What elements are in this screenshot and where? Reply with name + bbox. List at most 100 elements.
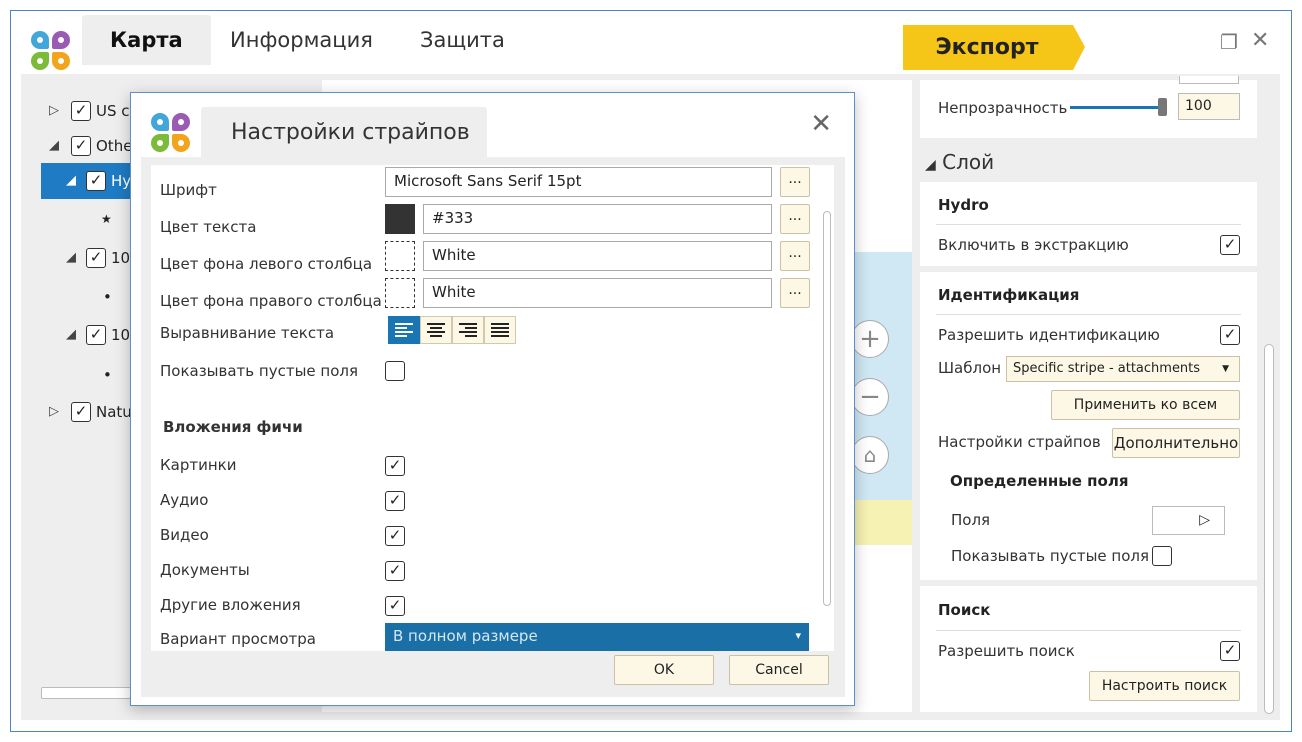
tree-item-selected[interactable]: ◢ ✓ Hy	[41, 163, 131, 199]
setup-search-button[interactable]: Настроить поиск	[1089, 671, 1240, 701]
show-empty-checkbox[interactable]	[385, 361, 405, 381]
collapse-icon[interactable]: ◢	[66, 317, 76, 353]
app-logo	[29, 29, 73, 73]
divider	[936, 224, 1241, 225]
chevron-down-icon: ▼	[1222, 364, 1229, 374]
allow-ident-checkbox[interactable]: ✓	[1220, 325, 1240, 345]
tree-item[interactable]: ▷ ✓ Natu	[41, 394, 131, 430]
layer-section-header[interactable]: ◢ Слой	[925, 150, 994, 174]
font-browse-button[interactable]: ...	[780, 167, 810, 197]
font-field[interactable]: Microsoft Sans Serif 15pt	[385, 167, 772, 197]
video-checkbox[interactable]: ✓	[385, 526, 405, 546]
fields-label: Поля	[951, 511, 991, 529]
opacity-slider-track[interactable]	[1070, 106, 1162, 109]
close-icon[interactable]: ✕	[810, 109, 832, 139]
opacity-input[interactable]: 100	[1178, 93, 1240, 120]
view-mode-label: Вариант просмотра	[160, 630, 316, 648]
tab-info[interactable]: Информация	[202, 15, 401, 65]
align-right-icon[interactable]	[452, 316, 484, 344]
stripe-settings-dialog: Настройки страйпов ✕ Шрифт Microsoft San…	[130, 92, 855, 706]
vertical-scrollbar[interactable]	[823, 211, 831, 606]
close-icon[interactable]: ✕	[1251, 28, 1269, 53]
left-bg-label: Цвет фона левого столбца	[160, 255, 373, 273]
export-button[interactable]: Экспорт	[903, 25, 1085, 70]
ok-button[interactable]: OK	[614, 655, 714, 685]
allow-search-label: Разрешить поиск	[938, 642, 1075, 660]
play-icon: ▷	[1199, 512, 1210, 528]
expand-icon[interactable]: ▷	[49, 93, 59, 129]
align-label: Выравнивание текста	[160, 324, 335, 342]
search-title: Поиск	[938, 601, 991, 619]
identification-title: Идентификация	[938, 286, 1080, 304]
hydro-title: Hydro	[938, 196, 989, 214]
pictures-checkbox[interactable]: ✓	[385, 456, 405, 476]
collapse-icon[interactable]: ◢	[66, 163, 76, 199]
checkbox[interactable]: ✓	[86, 171, 106, 191]
checkbox[interactable]: ✓	[86, 248, 106, 268]
stripe-settings-label: Настройки страйпов	[938, 433, 1101, 451]
allow-search-checkbox[interactable]: ✓	[1220, 641, 1240, 661]
cancel-button[interactable]: Cancel	[729, 655, 829, 685]
video-label: Видео	[160, 526, 209, 544]
zoom-in-button[interactable]: +	[851, 320, 889, 358]
text-color-label: Цвет текста	[160, 218, 257, 236]
right-bg-label: Цвет фона правого столбца	[160, 292, 382, 310]
right-bg-button[interactable]: ...	[780, 278, 810, 308]
view-mode-select[interactable]: В полном размере	[385, 623, 809, 651]
fields-expand-button[interactable]: ▷	[1152, 506, 1225, 535]
collapse-icon[interactable]: ◢	[66, 240, 76, 276]
expand-icon[interactable]: ▷	[49, 394, 59, 430]
other-attachments-label: Другие вложения	[160, 596, 301, 614]
checkbox[interactable]: ✓	[71, 101, 91, 121]
divider	[936, 630, 1241, 631]
tree-item[interactable]: ◢ ✓ Othe	[41, 128, 131, 164]
restore-icon[interactable]: ❐	[1220, 30, 1238, 54]
align-group	[388, 316, 516, 344]
zoom-out-button[interactable]: −	[851, 378, 889, 416]
home-button[interactable]: ⌂	[851, 436, 889, 474]
template-label: Шаблон	[938, 359, 1002, 377]
dialog-title: Настройки страйпов	[201, 107, 487, 159]
text-color-field[interactable]: #333	[423, 204, 772, 234]
template-select[interactable]: Specific stripe - attachments ▼	[1006, 356, 1240, 382]
tab-security[interactable]: Защита	[392, 15, 533, 65]
text-color-button[interactable]: ...	[780, 204, 810, 234]
align-center-icon[interactable]	[420, 316, 452, 344]
map-land	[852, 500, 912, 545]
vertical-scrollbar[interactable]	[1264, 344, 1274, 714]
other-attachments-checkbox[interactable]: ✓	[385, 596, 405, 616]
show-empty-label: Показывать пустые поля	[951, 547, 1150, 565]
advanced-button[interactable]: Дополнительно	[1112, 428, 1240, 458]
opacity-slider-thumb[interactable]	[1158, 98, 1167, 116]
include-checkbox[interactable]: ✓	[1220, 235, 1240, 255]
include-label: Включить в экстракцию	[938, 236, 1129, 254]
apply-all-button[interactable]: Применить ко всем слоям	[1051, 390, 1240, 441]
font-label: Шрифт	[160, 181, 217, 199]
tree-symbol: •	[103, 366, 112, 384]
allow-ident-label: Разрешить идентификацию	[938, 326, 1160, 344]
tree-item[interactable]: ▷ ✓ US ci	[41, 93, 131, 129]
checkbox[interactable]: ✓	[86, 325, 106, 345]
tab-map[interactable]: Карта	[82, 15, 211, 65]
left-bg-swatch[interactable]	[385, 241, 415, 271]
text-color-swatch[interactable]	[385, 204, 415, 234]
tree-item[interactable]: ◢ ✓ 10	[41, 240, 131, 276]
left-bg-field[interactable]: White	[423, 241, 772, 271]
show-empty-checkbox[interactable]	[1152, 546, 1172, 566]
attachments-title: Вложения фичи	[163, 418, 303, 436]
checkbox[interactable]: ✓	[71, 136, 91, 156]
dialog-body: Шрифт Microsoft Sans Serif 15pt ... Цвет…	[141, 157, 845, 697]
collapse-icon[interactable]: ◢	[49, 128, 59, 164]
right-bg-field[interactable]: White	[423, 278, 772, 308]
opacity-label: Непрозрачность	[938, 99, 1068, 117]
audio-checkbox[interactable]: ✓	[385, 491, 405, 511]
align-justify-icon[interactable]	[484, 316, 516, 344]
align-left-icon[interactable]	[388, 316, 420, 344]
horizontal-scrollbar[interactable]	[41, 687, 131, 699]
documents-checkbox[interactable]: ✓	[385, 561, 405, 581]
right-bg-swatch[interactable]	[385, 278, 415, 308]
checkbox[interactable]: ✓	[71, 402, 91, 422]
pictures-label: Картинки	[160, 456, 237, 474]
left-bg-button[interactable]: ...	[780, 241, 810, 271]
tree-item[interactable]: ◢ ✓ 10	[41, 317, 131, 353]
